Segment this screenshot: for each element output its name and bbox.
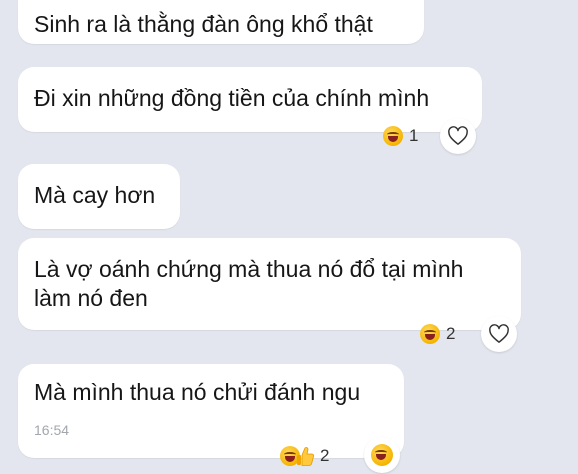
message-text: Sinh ra là thằng đàn ông khổ thật bbox=[34, 11, 373, 37]
react-button[interactable] bbox=[440, 118, 476, 154]
message-bubble[interactable]: Sinh ra là thằng đàn ông khổ thật bbox=[18, 0, 424, 44]
message-time: 16:54 bbox=[34, 422, 70, 438]
laughing-face-icon bbox=[383, 126, 403, 146]
message-bubble[interactable]: Là vợ oánh chứng mà thua nó đổ tại mình … bbox=[18, 238, 521, 330]
laughing-face-icon bbox=[420, 324, 440, 344]
heart-outline-icon bbox=[448, 126, 468, 145]
laughing-face-icon bbox=[371, 444, 393, 466]
message-bubble[interactable]: Mà mình thua nó chửi đánh ngu 16:54 bbox=[18, 364, 404, 458]
message-bubble[interactable]: Mà cay hơn bbox=[18, 164, 180, 229]
heart-outline-icon bbox=[489, 324, 509, 343]
reaction-summary[interactable]: 1 bbox=[383, 124, 418, 148]
react-button[interactable] bbox=[364, 437, 400, 473]
message-text: Mà mình thua nó chửi đánh ngu bbox=[34, 379, 361, 405]
reaction-count: 1 bbox=[409, 126, 419, 145]
message-text: Là vợ oánh chứng mà thua nó đổ tại mình … bbox=[34, 256, 464, 311]
message-bubble[interactable]: Đi xin những đồng tiền của chính mình bbox=[18, 67, 482, 132]
reaction-summary[interactable]: 2 bbox=[280, 444, 329, 468]
message-text: Đi xin những đồng tiền của chính mình bbox=[34, 85, 430, 111]
thumbs-up-icon bbox=[296, 446, 314, 466]
react-button[interactable] bbox=[481, 316, 517, 352]
reaction-count: 2 bbox=[446, 324, 456, 343]
reaction-summary[interactable]: 2 bbox=[420, 322, 455, 346]
reaction-count: 2 bbox=[320, 446, 330, 465]
message-text: Mà cay hơn bbox=[34, 182, 156, 208]
